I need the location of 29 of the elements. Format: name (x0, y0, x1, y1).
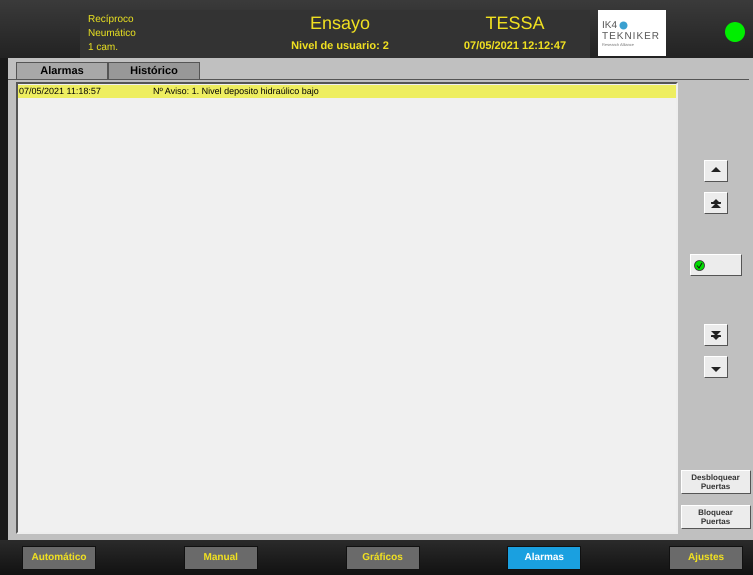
scroll-down-button[interactable] (704, 356, 728, 378)
check-icon (694, 260, 704, 270)
nav-button[interactable]: Gráficos (346, 546, 420, 570)
user-level: Nivel de usuario: 2 (291, 39, 389, 54)
alarm-row[interactable]: 07/05/2021 11:18:57 Nº Aviso: 1. Nivel deposito hidraúlico bajo (18, 85, 676, 98)
nav-button[interactable]: Automático (22, 546, 96, 570)
machine-info: Neumático (88, 27, 137, 41)
tab[interactable]: Histórico (108, 62, 200, 79)
logo-text: IK4 (602, 20, 618, 30)
system-name: TESSA (485, 12, 545, 34)
acknowledge-button[interactable] (690, 254, 742, 276)
door-button[interactable]: Desbloquear Puertas (680, 470, 750, 494)
screen-title: Ensayo (310, 12, 370, 34)
scroll-up-button[interactable] (704, 160, 728, 182)
scroll-bottom-button[interactable] (704, 324, 728, 346)
logo-text: TEKNIKER (602, 30, 662, 42)
alarm-time: 07/05/2021 11:18:57 (18, 84, 102, 98)
nav-button[interactable]: Ajustes (669, 546, 743, 570)
door-button[interactable]: Bloquear Puertas (680, 505, 750, 529)
date-time: 07/05/2021 12:12:47 (464, 39, 566, 54)
scroll-top-button[interactable] (704, 192, 728, 214)
machine-info: 1 cam. (88, 41, 120, 55)
machine-info: Recíproco (88, 13, 135, 27)
sphere-icon (619, 20, 628, 30)
down-arrow-icon (710, 330, 722, 340)
nav-button[interactable]: Manual (184, 546, 258, 570)
tab[interactable]: Alarmas (16, 62, 108, 79)
alarm-message: Nº Aviso: 1. Nivel deposito hidraúlico bajo (153, 84, 319, 98)
up-arrow-icon (710, 198, 722, 208)
